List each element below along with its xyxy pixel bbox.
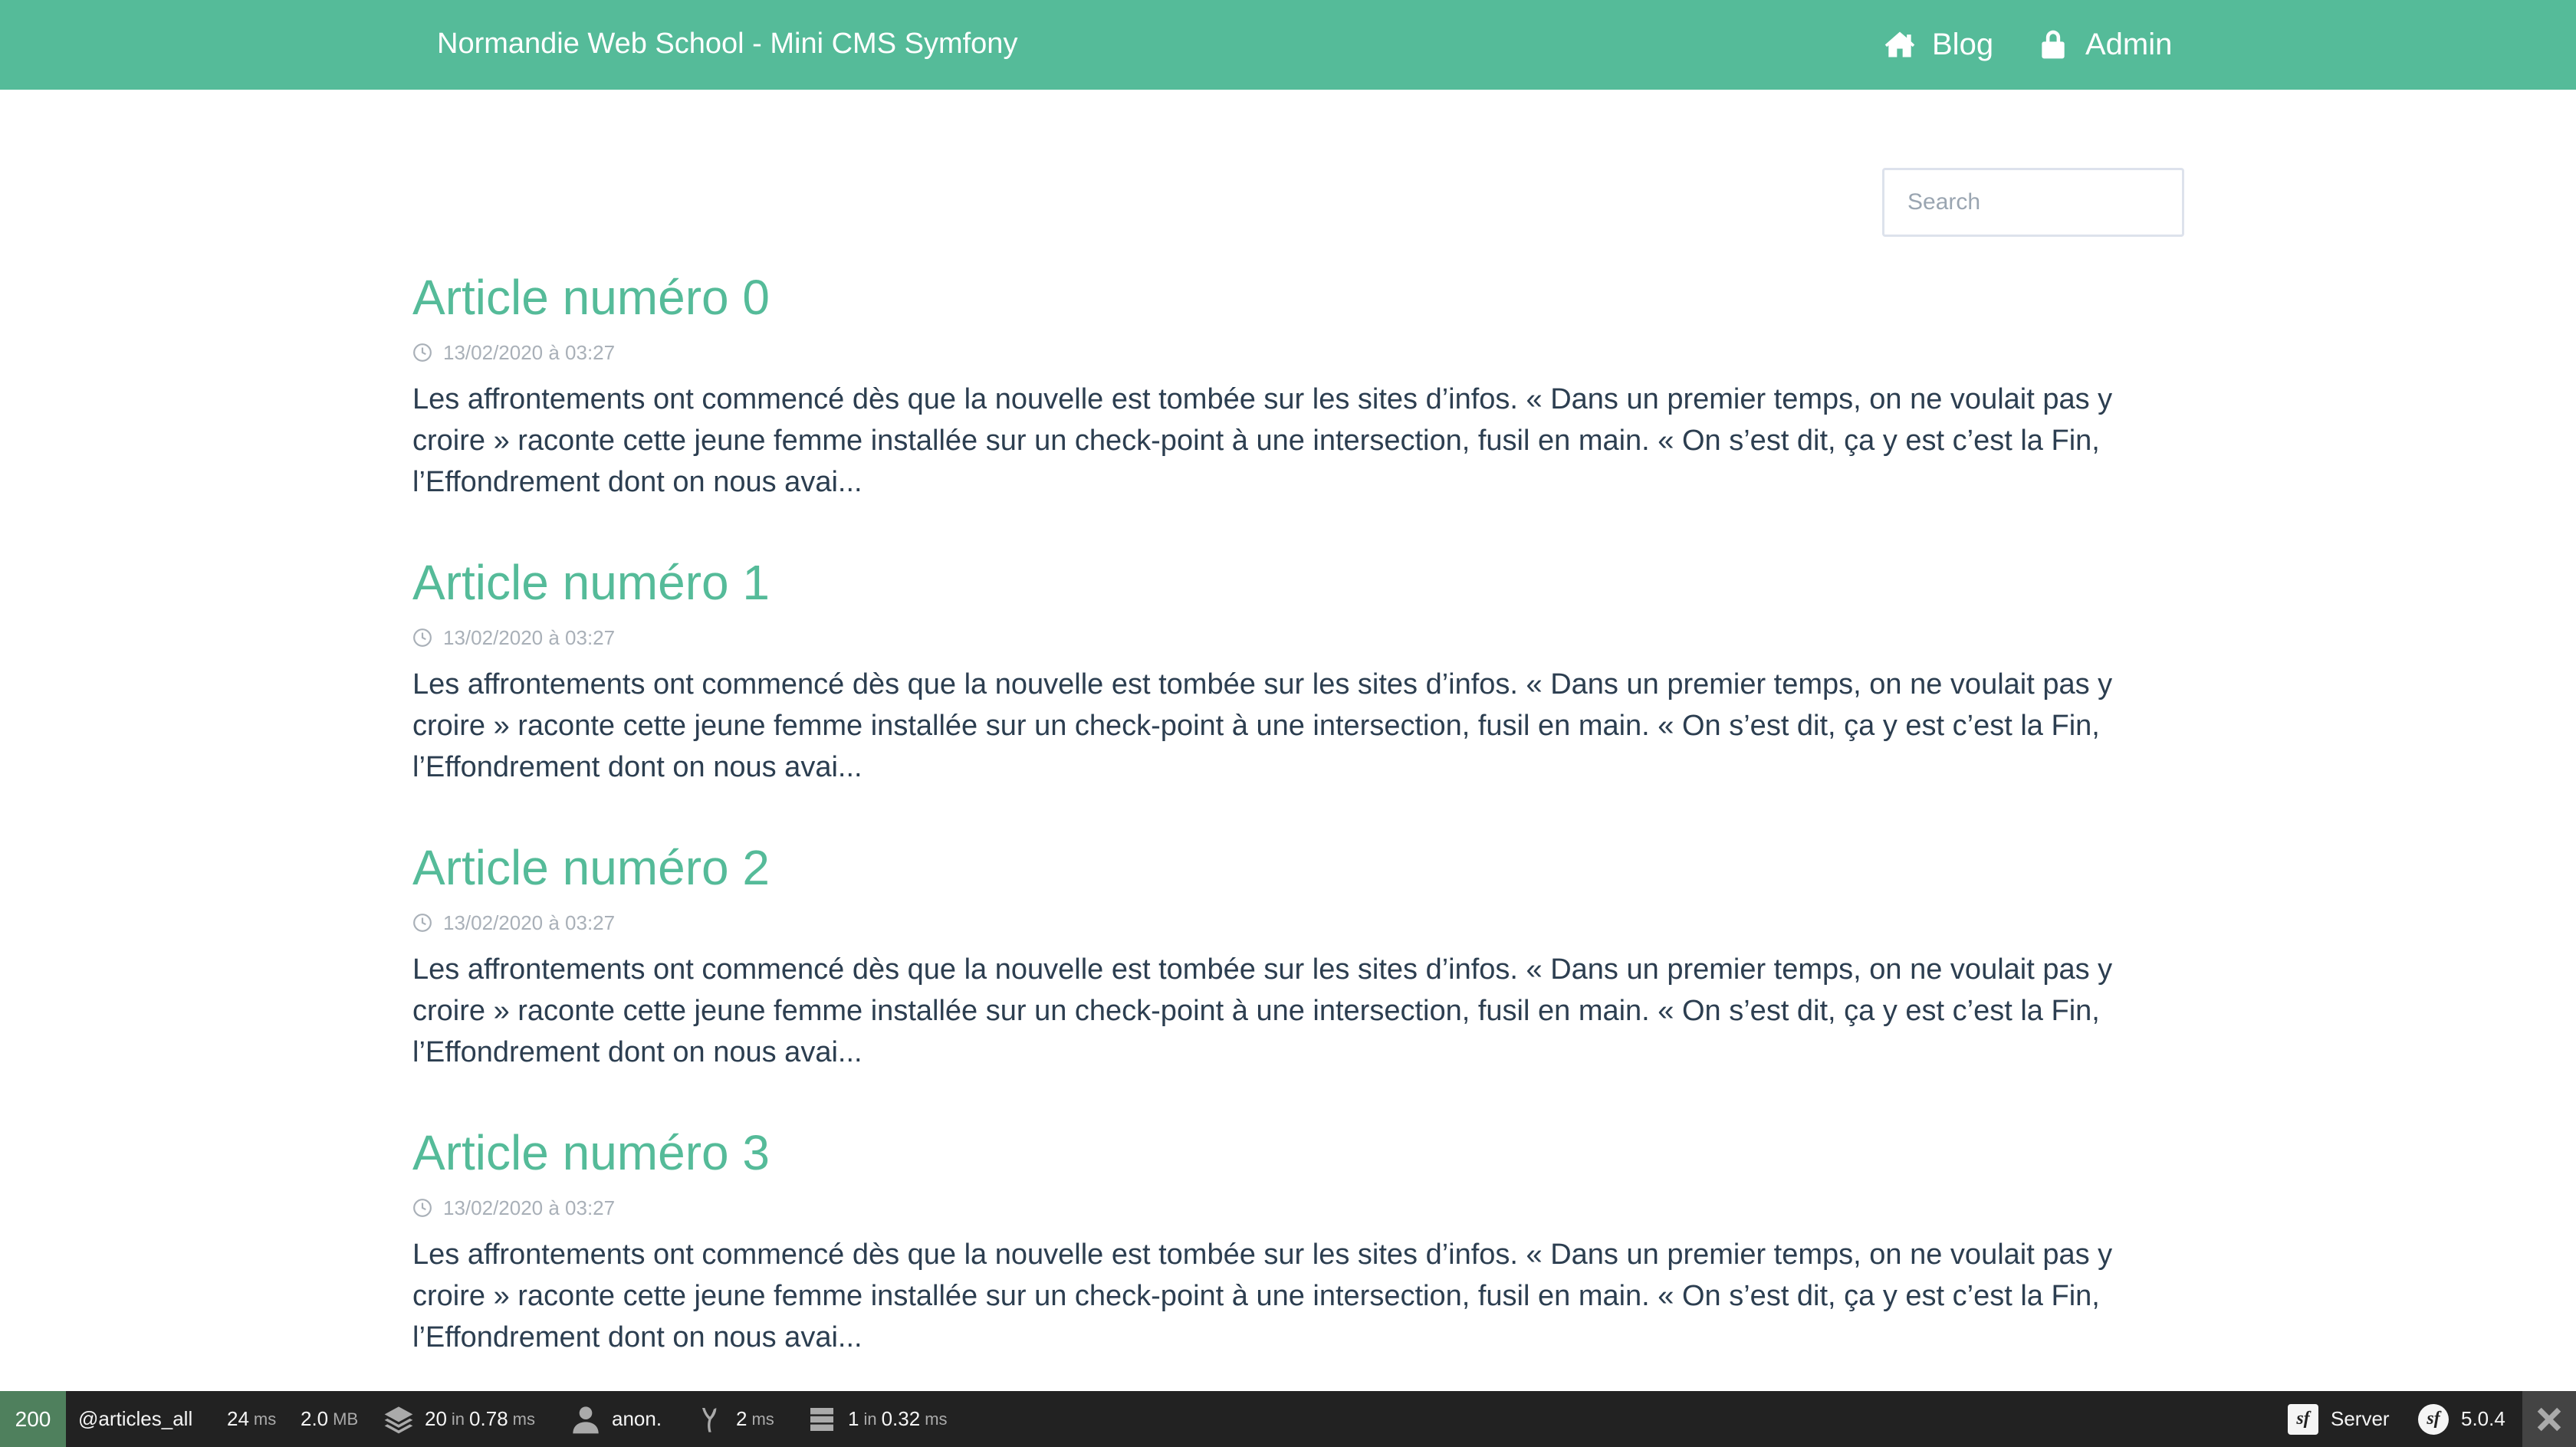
nav-blog-label: Blog — [1932, 27, 1994, 61]
article-excerpt: Les affrontements ont commencé dès que l… — [412, 383, 2113, 498]
server-label: Server — [2331, 1407, 2390, 1430]
cache-time: 0.78 — [469, 1407, 508, 1430]
close-icon — [2537, 1407, 2561, 1431]
db-time: 0.32 — [881, 1407, 921, 1430]
top-navbar: Normandie Web School - Mini CMS Symfony … — [0, 0, 2576, 90]
nav-admin-link[interactable]: Admin — [2036, 26, 2172, 63]
memory-value: 2.0 — [301, 1407, 329, 1430]
database-icon — [810, 1407, 833, 1431]
cache-panel[interactable]: 20 in 0.78 ms — [383, 1391, 535, 1447]
symfony-version: 5.0.4 — [2461, 1407, 2505, 1430]
user-name: anon. — [612, 1407, 662, 1430]
article-excerpt: Les affrontements ont commencé dès que l… — [412, 1239, 2113, 1353]
cache-in-label: in — [451, 1409, 465, 1429]
twig-icon — [702, 1407, 717, 1432]
debug-toolbar: 200 @ articles_all 24 ms 2.0 MB 20 in 0.… — [0, 1391, 2576, 1447]
clock-icon — [413, 343, 432, 362]
symfony-version-panel[interactable]: sf 5.0.4 — [2418, 1391, 2505, 1447]
cache-value: 20 — [425, 1407, 447, 1430]
route-name: articles_all — [98, 1407, 193, 1430]
clock-icon — [413, 914, 432, 932]
status-code-badge[interactable]: 200 — [0, 1391, 66, 1447]
cache-unit: ms — [512, 1409, 535, 1429]
article-date: 13/02/2020 à 03:27 — [443, 1196, 616, 1219]
search-input[interactable] — [1882, 168, 2184, 237]
route-prefix: @ — [78, 1407, 99, 1430]
article-title-link[interactable]: Article numéro 2 — [412, 831, 2147, 904]
user-icon — [573, 1406, 599, 1433]
security-panel[interactable]: anon. — [570, 1391, 662, 1447]
article-meta: 13/02/2020 à 03:27 — [412, 622, 2147, 653]
article-title-link[interactable]: Article numéro 1 — [412, 546, 2147, 619]
symfony-logo-icon: sf — [2418, 1403, 2449, 1435]
lock-icon — [2042, 30, 2065, 59]
clock-icon — [413, 628, 432, 647]
toolbar-close-button[interactable] — [2522, 1391, 2576, 1447]
database-panel[interactable]: 1 in 0.32 ms — [807, 1391, 948, 1447]
home-icon — [1884, 31, 1915, 57]
time-unit: ms — [253, 1409, 277, 1429]
article-date: 13/02/2020 à 03:27 — [443, 625, 616, 649]
article-meta: 13/02/2020 à 03:27 — [412, 337, 2147, 368]
article-excerpt: Les affrontements ont commencé dès que l… — [412, 668, 2113, 783]
article-excerpt: Les affrontements ont commencé dès que l… — [412, 953, 2113, 1068]
twig-value: 2 — [736, 1407, 748, 1430]
article-title-link[interactable]: Article numéro 0 — [412, 261, 2147, 334]
article-meta: 13/02/2020 à 03:27 — [412, 1193, 2147, 1223]
db-unit: ms — [925, 1409, 948, 1429]
twig-unit: ms — [751, 1409, 774, 1429]
db-query-count: 1 — [848, 1407, 859, 1430]
article-meta: 13/02/2020 à 03:27 — [412, 907, 2147, 938]
db-in-label: in — [863, 1409, 877, 1429]
nav-admin-label: Admin — [2085, 27, 2173, 61]
article-item: Article numéro 1 13/02/2020 à 03:27 Les … — [412, 546, 2147, 831]
article-item: Article numéro 2 13/02/2020 à 03:27 Les … — [412, 831, 2147, 1116]
nav-blog-link[interactable]: Blog — [1883, 26, 1993, 63]
article-list: Article numéro 0 13/02/2020 à 03:27 Les … — [412, 261, 2147, 1401]
article-date: 13/02/2020 à 03:27 — [443, 911, 616, 934]
twig-panel[interactable]: 2 ms — [695, 1391, 774, 1447]
memory-unit: MB — [333, 1409, 359, 1429]
site-brand-link[interactable]: Normandie Web School - Mini CMS Symfony — [437, 28, 1017, 61]
layers-icon — [384, 1406, 413, 1433]
time-value: 24 — [227, 1407, 249, 1430]
server-panel[interactable]: sf Server — [2288, 1391, 2390, 1447]
memory-panel[interactable]: 2.0 MB — [301, 1391, 358, 1447]
article-title-link[interactable]: Article numéro 3 — [412, 1116, 2147, 1189]
clock-icon — [413, 1199, 432, 1217]
article-date: 13/02/2020 à 03:27 — [443, 340, 616, 364]
article-item: Article numéro 0 13/02/2020 à 03:27 Les … — [412, 261, 2147, 546]
symfony-server-icon: sf — [2288, 1403, 2318, 1435]
time-panel[interactable]: 24 ms — [227, 1391, 276, 1447]
route-panel[interactable]: @ articles_all — [78, 1391, 192, 1447]
article-item: Article numéro 3 13/02/2020 à 03:27 Les … — [412, 1116, 2147, 1401]
